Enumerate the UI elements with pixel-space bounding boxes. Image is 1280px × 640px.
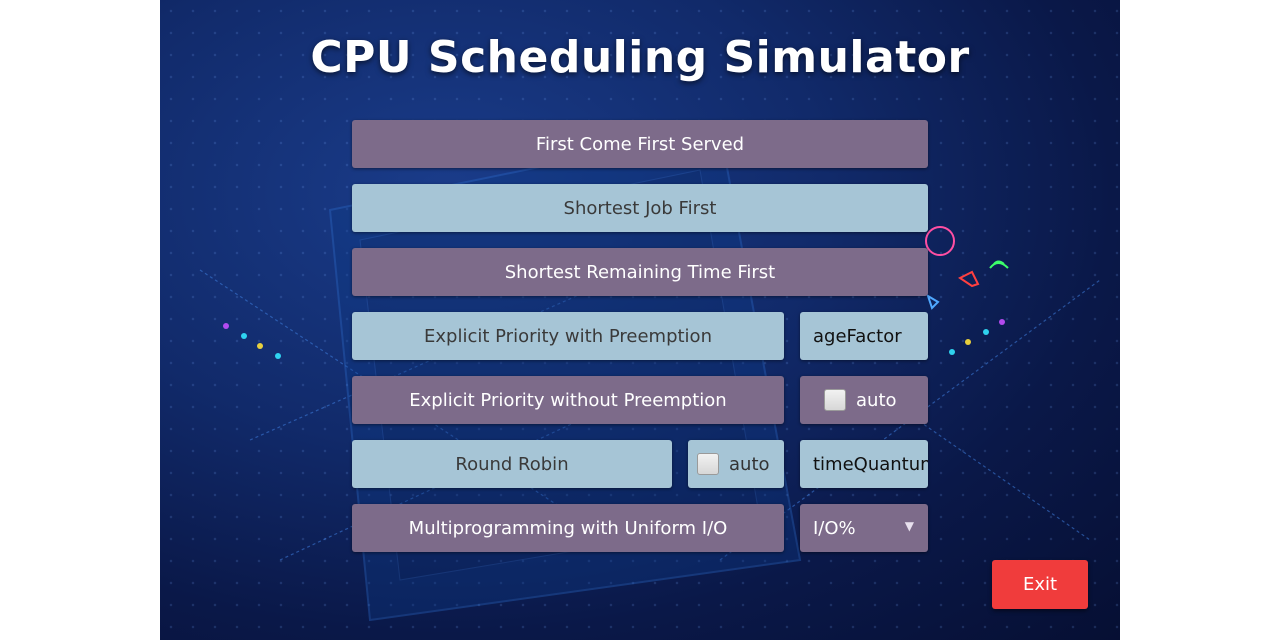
- fcfs-button[interactable]: First Come First Served: [352, 120, 928, 168]
- priority-auto-label: auto: [856, 389, 897, 411]
- chevron-down-icon: ▼: [904, 519, 914, 533]
- exit-button[interactable]: Exit: [992, 560, 1088, 609]
- io-percent-select[interactable]: I/O% ▼: [800, 504, 928, 552]
- checkbox-box[interactable]: [824, 389, 846, 411]
- sjf-button[interactable]: Shortest Job First: [352, 184, 928, 232]
- app-window: CPU Scheduling Simulator First Come Firs…: [160, 0, 1120, 640]
- rr-auto-label: auto: [729, 453, 770, 475]
- srtf-button[interactable]: Shortest Remaining Time First: [352, 248, 928, 296]
- rr-auto-checkbox[interactable]: auto: [688, 440, 784, 488]
- priority-auto-checkbox[interactable]: auto: [800, 376, 928, 424]
- decorative-icons: [925, 226, 1009, 310]
- io-percent-value: I/O%: [813, 517, 856, 539]
- checkbox-box[interactable]: [697, 453, 719, 475]
- multiprogramming-button[interactable]: Multiprogramming with Uniform I/O: [352, 504, 784, 552]
- time-quantum-field[interactable]: timeQuantum: [800, 440, 928, 488]
- priority-preemption-button[interactable]: Explicit Priority with Preemption: [352, 312, 784, 360]
- round-robin-button[interactable]: Round Robin: [352, 440, 672, 488]
- age-factor-field[interactable]: ageFactor: [800, 312, 928, 360]
- app-title: CPU Scheduling Simulator: [310, 32, 970, 83]
- priority-no-preemption-button[interactable]: Explicit Priority without Preemption: [352, 376, 784, 424]
